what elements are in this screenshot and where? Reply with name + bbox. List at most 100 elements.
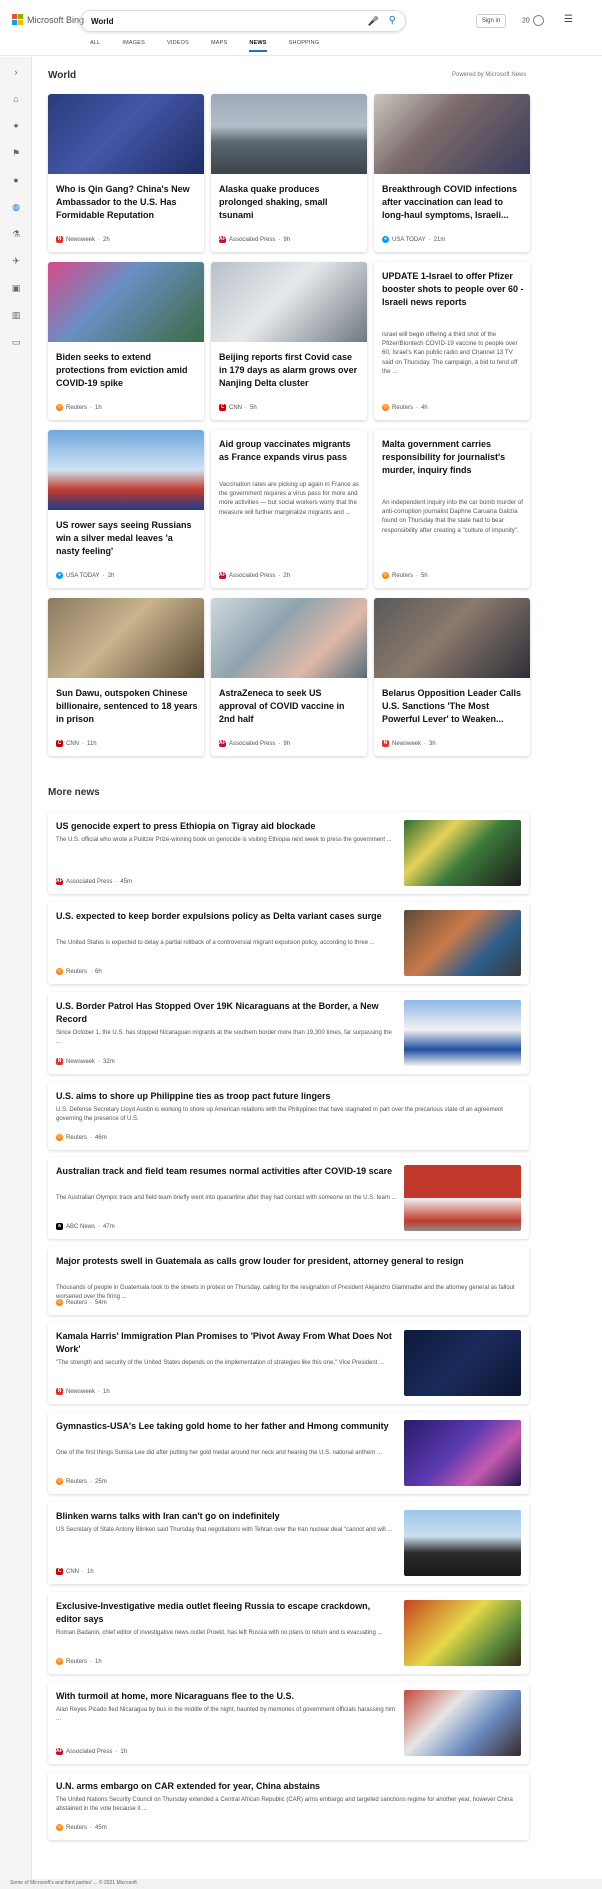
news-card-image[interactable] — [374, 598, 530, 678]
more-news-item[interactable]: U.S. Border Patrol Has Stopped Over 19K … — [48, 992, 529, 1074]
news-card-image[interactable] — [48, 94, 204, 174]
news-card[interactable]: Aid group vaccinates migrants as France … — [211, 430, 367, 588]
tech-icon[interactable]: ✈ — [9, 254, 23, 268]
sign-in-button[interactable]: Sign in — [476, 14, 506, 28]
rewards-button[interactable]: 20 — [522, 15, 544, 26]
more-news-item[interactable]: Australian track and field team resumes … — [48, 1157, 529, 1239]
more-news-thumbnail[interactable] — [404, 1330, 521, 1396]
entertainment-icon[interactable]: ▣ — [9, 281, 23, 295]
more-news-item[interactable]: Kamala Harris' Immigration Plan Promises… — [48, 1322, 529, 1404]
more-news-title[interactable]: Blinken warns talks with Iran can't go o… — [56, 1510, 397, 1523]
more-news-item[interactable]: US genocide expert to press Ethiopia on … — [48, 812, 529, 894]
more-news-title[interactable]: Kamala Harris' Immigration Plan Promises… — [56, 1330, 397, 1356]
expand-icon[interactable]: › — [9, 65, 23, 79]
more-news-thumbnail[interactable] — [404, 1510, 521, 1576]
more-news-item[interactable]: U.S. aims to shore up Philippine ties as… — [48, 1082, 529, 1150]
more-news-title[interactable]: U.S. aims to shore up Philippine ties as… — [56, 1090, 521, 1103]
news-card-title[interactable]: Beijing reports first Covid case in 179 … — [219, 351, 361, 390]
more-news-item[interactable]: Exclusive-Investigative media outlet fle… — [48, 1592, 529, 1674]
news-card-title[interactable]: Alaska quake produces prolonged shaking,… — [219, 183, 361, 222]
separator: · — [90, 404, 93, 411]
more-news-title[interactable]: Australian track and field team resumes … — [56, 1165, 397, 1178]
news-card[interactable]: Belarus Opposition Leader Calls U.S. San… — [374, 598, 530, 756]
news-card[interactable]: AstraZeneca to seek US approval of COVID… — [211, 598, 367, 756]
more-news-title[interactable]: Exclusive-Investigative media outlet fle… — [56, 1600, 397, 1626]
more-news-thumbnail[interactable] — [404, 820, 521, 886]
more-news-thumbnail[interactable] — [404, 910, 521, 976]
news-card[interactable]: Breakthrough COVID infections after vacc… — [374, 94, 530, 252]
news-card[interactable]: Biden seeks to extend protections from e… — [48, 262, 204, 420]
search-query[interactable]: World — [91, 17, 114, 26]
tab-all[interactable]: ALL — [90, 40, 100, 52]
search-icon[interactable]: ⚲ — [389, 15, 396, 26]
sports-icon[interactable]: ✦ — [9, 119, 23, 133]
ap-logo-icon: AP — [56, 1748, 63, 1755]
news-card-title[interactable]: AstraZeneca to seek US approval of COVID… — [219, 687, 361, 726]
tab-images[interactable]: IMAGES — [122, 40, 145, 52]
more-news-thumbnail[interactable] — [404, 1420, 521, 1486]
news-card[interactable]: Sun Dawu, outspoken Chinese billionaire,… — [48, 598, 204, 756]
tab-news[interactable]: NEWS — [249, 40, 267, 52]
news-card-title[interactable]: Belarus Opposition Leader Calls U.S. San… — [382, 687, 524, 726]
more-news-item[interactable]: Blinken warns talks with Iran can't go o… — [48, 1502, 529, 1584]
news-card-title[interactable]: Biden seeks to extend protections from e… — [56, 351, 198, 390]
tab-shopping[interactable]: SHOPPING — [289, 40, 320, 52]
timestamp: 4h — [421, 404, 428, 411]
more-news-title[interactable]: U.S. Border Patrol Has Stopped Over 19K … — [56, 1000, 397, 1026]
news-card[interactable]: Alaska quake produces prolonged shaking,… — [211, 94, 367, 252]
more-news-thumbnail[interactable] — [404, 1600, 521, 1666]
news-card-image[interactable] — [211, 262, 367, 342]
reuters-logo-icon: ◎ — [56, 404, 63, 411]
more-news-thumbnail[interactable] — [404, 1165, 521, 1231]
news-card-image[interactable] — [48, 262, 204, 342]
news-card-image[interactable] — [211, 598, 367, 678]
news-card-title[interactable]: US rower says seeing Russians win a silv… — [56, 519, 198, 558]
more-news-item[interactable]: Major protests swell in Guatemala as cal… — [48, 1247, 529, 1315]
news-card-image[interactable] — [374, 94, 530, 174]
reuters-logo-icon: ◎ — [56, 1658, 63, 1665]
flag-icon[interactable]: ⚑ — [9, 146, 23, 160]
news-card-title[interactable]: Sun Dawu, outspoken Chinese billionaire,… — [56, 687, 198, 726]
news-card-title[interactable]: Malta government carries responsibility … — [382, 438, 524, 477]
news-card-image[interactable] — [48, 430, 204, 510]
more-news-thumbnail[interactable] — [404, 1000, 521, 1066]
separator: · — [98, 236, 101, 243]
news-card[interactable]: US rower says seeing Russians win a silv… — [48, 430, 204, 588]
more-news-title[interactable]: U.S. expected to keep border expulsions … — [56, 910, 397, 923]
more-news-title[interactable]: US genocide expert to press Ethiopia on … — [56, 820, 397, 833]
news-card-title[interactable]: UPDATE 1-Israel to offer Pfizer booster … — [382, 270, 524, 309]
news-card[interactable]: Beijing reports first Covid case in 179 … — [211, 262, 367, 420]
science-icon[interactable]: ⚗ — [9, 227, 23, 241]
news-card-title[interactable]: Breakthrough COVID infections after vacc… — [382, 183, 524, 222]
microphone-icon[interactable]: 🎤 — [368, 16, 379, 27]
more-news-item[interactable]: U.S. expected to keep border expulsions … — [48, 902, 529, 984]
news-card[interactable]: Who is Qin Gang? China's New Ambassador … — [48, 94, 204, 252]
more-news-item[interactable]: Gymnastics-USA's Lee taking gold home to… — [48, 1412, 529, 1494]
more-news-item[interactable]: U.N. arms embargo on CAR extended for ye… — [48, 1772, 529, 1840]
more-news-item[interactable]: With turmoil at home, more Nicaraguans f… — [48, 1682, 529, 1764]
news-card[interactable]: UPDATE 1-Israel to offer Pfizer booster … — [374, 262, 530, 420]
cnn-logo-icon: C — [219, 404, 226, 411]
bing-logo[interactable]: Microsoft Bing — [12, 14, 84, 25]
location-icon[interactable]: ● — [9, 173, 23, 187]
politics-icon[interactable]: ▥ — [9, 308, 23, 322]
more-news-title[interactable]: U.N. arms embargo on CAR extended for ye… — [56, 1780, 521, 1793]
source-name: Reuters — [66, 1658, 88, 1665]
news-card-title[interactable]: Who is Qin Gang? China's New Ambassador … — [56, 183, 198, 222]
source-line: ◎ Reuters · 1h — [56, 404, 102, 411]
money-icon[interactable]: ▭ — [9, 335, 23, 349]
globe-icon[interactable]: ◍ — [9, 200, 23, 214]
tab-maps[interactable]: MAPS — [211, 40, 227, 52]
news-card[interactable]: Malta government carries responsibility … — [374, 430, 530, 588]
home-icon[interactable]: ⌂ — [9, 92, 23, 106]
more-news-title[interactable]: Gymnastics-USA's Lee taking gold home to… — [56, 1420, 397, 1433]
more-news-title[interactable]: With turmoil at home, more Nicaraguans f… — [56, 1690, 397, 1703]
news-card-image[interactable] — [48, 598, 204, 678]
hamburger-menu-icon[interactable]: ☰ — [564, 14, 573, 25]
news-card-image[interactable] — [211, 94, 367, 174]
news-card-title[interactable]: Aid group vaccinates migrants as France … — [219, 438, 361, 464]
search-input[interactable]: World 🎤 ⚲ — [80, 10, 406, 32]
tab-videos[interactable]: VIDEOS — [167, 40, 189, 52]
more-news-title[interactable]: Major protests swell in Guatemala as cal… — [56, 1255, 521, 1268]
more-news-thumbnail[interactable] — [404, 1690, 521, 1756]
